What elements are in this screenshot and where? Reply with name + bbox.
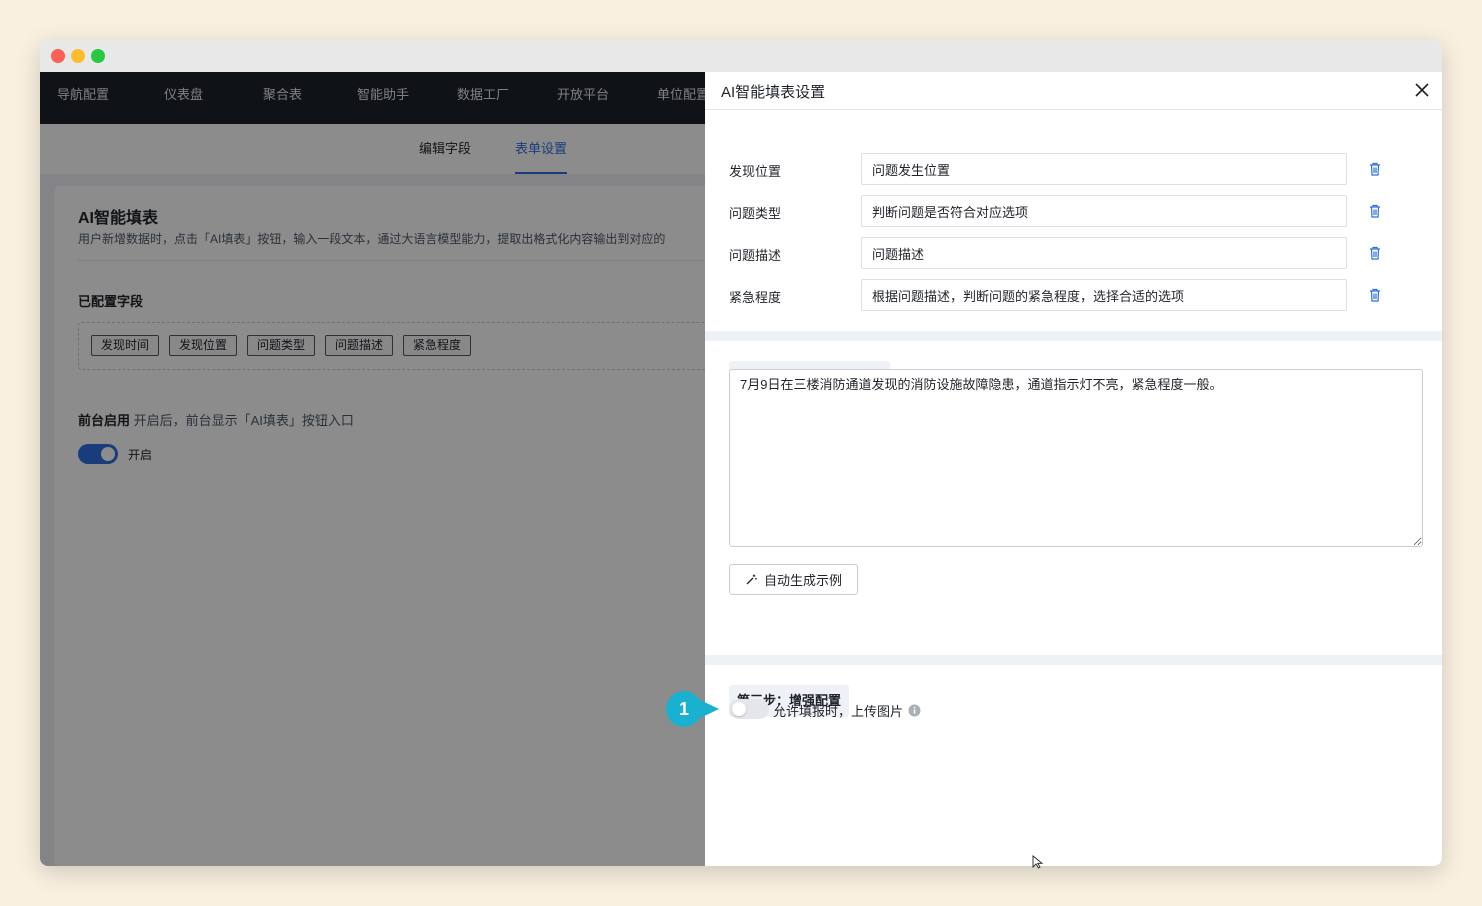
field-mapping-input[interactable] (861, 237, 1347, 269)
field-mapping-input[interactable] (861, 195, 1347, 227)
upload-image-toggle[interactable] (729, 699, 769, 719)
trash-icon[interactable] (1367, 203, 1383, 219)
field-mapping-label: 发现位置 (729, 164, 782, 179)
window-titlebar (40, 40, 1442, 72)
window-close-button[interactable] (51, 49, 65, 63)
drawer-title: AI智能填表设置 (721, 84, 826, 101)
example-textarea[interactable]: 7月9日在三楼消防通道发现的消防设施故障隐患，通道指示灯不亮，紧急程度一般。 (729, 369, 1423, 547)
trash-icon[interactable] (1367, 161, 1383, 177)
drawer-header: AI智能填表设置 (705, 72, 1442, 110)
close-icon[interactable] (1412, 80, 1432, 100)
magic-wand-icon (746, 574, 757, 585)
trash-icon[interactable] (1367, 245, 1383, 261)
field-mapping-row: 问题类型 (705, 195, 1442, 227)
auto-generate-example-button[interactable]: 自动生成示例 (729, 564, 859, 595)
field-mapping-label: 问题类型 (729, 206, 782, 221)
section-divider (705, 655, 1442, 665)
app-window: 导航配置 仪表盘 聚合表 智能助手 数据工厂 开放平台 单位配置 编辑字段 表单… (40, 40, 1442, 866)
field-mapping-row: 紧急程度 (705, 279, 1442, 311)
upload-image-label: 允许填报时，上传图片 (773, 704, 904, 719)
field-mapping-label: 问题描述 (729, 248, 782, 263)
auto-generate-label: 自动生成示例 (764, 573, 843, 588)
field-mapping-row: 问题描述 (705, 237, 1442, 269)
mouse-cursor-icon (1032, 855, 1044, 869)
info-icon[interactable] (908, 704, 921, 717)
window-minimize-button[interactable] (71, 49, 85, 63)
trash-icon[interactable] (1367, 287, 1383, 303)
window-maximize-button[interactable] (91, 49, 105, 63)
field-mapping-row: 发现位置 (705, 153, 1442, 185)
field-mapping-label: 紧急程度 (729, 290, 782, 305)
ai-fill-settings-drawer: AI智能填表设置 发现位置 问题类型 问题描述 (705, 72, 1442, 866)
section-divider (705, 331, 1442, 341)
upload-image-row: 允许填报时，上传图片 (773, 701, 921, 720)
callout-number: 1 (678, 699, 689, 719)
field-mapping-input[interactable] (861, 153, 1347, 185)
step-callout-marker: 1 (666, 691, 720, 727)
field-mapping-input[interactable] (861, 279, 1347, 311)
